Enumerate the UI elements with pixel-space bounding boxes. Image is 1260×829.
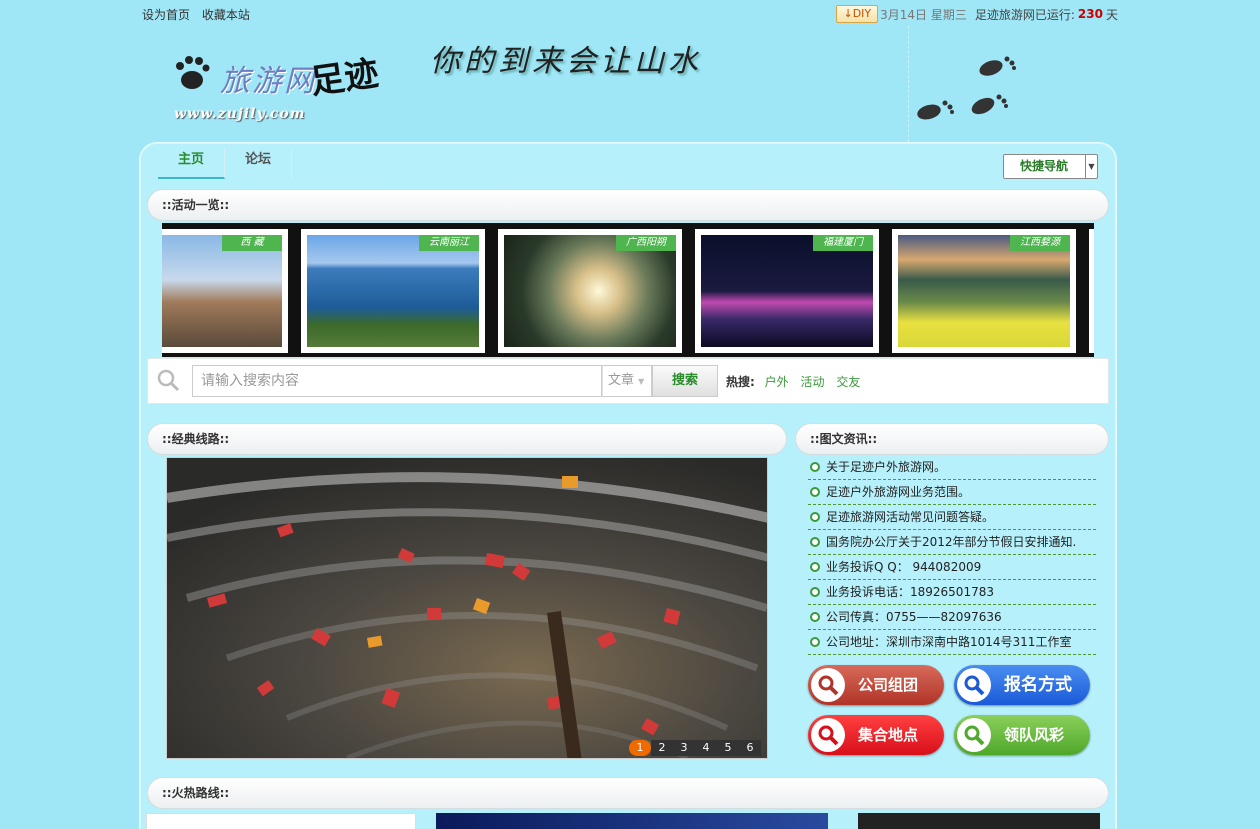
photo-image: 广西阳朔 [504,235,676,347]
hot-keyword[interactable]: 活动 [800,375,824,389]
slide-page-6[interactable]: 6 [739,740,761,756]
search-icon [811,668,845,702]
set-home-link[interactable]: 设为首页 [142,8,190,22]
main-panel: 主页 论坛 快捷导航 ▼ ::活动一览:: 西 藏 云南丽江 广西阳朔 福建厦门 [139,142,1117,829]
photo-tag: 广西阳朔 [616,235,676,251]
bullet-icon [810,487,820,497]
hot-route-list [146,813,416,829]
activity-photo-yangshuo[interactable]: 广西阳朔 [498,229,682,353]
logo-url: www.zujily.com [174,106,306,122]
quick-nav-dropdown[interactable]: 快捷导航 ▼ [1003,154,1098,179]
tab-home[interactable]: 主页 [158,149,226,179]
main-nav: 主页 论坛 [158,149,293,179]
photo-tag: 江西婺源 [1010,235,1070,251]
activities-title: ::活动一览:: [147,189,1109,221]
search-type-select[interactable]: 文章 ▼ [602,365,652,397]
hot-search: 热搜: 户外 活动 交友 [726,373,868,390]
photo-tag: 云南丽江 [419,235,479,251]
search-icon [157,369,180,392]
bookmark-link[interactable]: 收藏本站 [202,8,250,22]
hot-route-image[interactable] [436,813,828,829]
chevron-down-icon: ▼ [1085,155,1097,178]
photo-tag: 福建厦门 [813,235,873,251]
running-days: 230 [1077,7,1103,21]
footprints-decoration [908,26,1048,142]
running-label: 足迹旅游网已运行: [974,7,1075,22]
search-input[interactable]: 请输入搜索内容 [192,365,602,397]
slideshow-pagination: 1 2 3 4 5 6 [629,740,761,756]
photo-image: 云南丽江 [307,235,479,347]
header-slogan: 你的到来会让山水 [430,44,702,79]
search-bar: 请输入搜索内容 文章 ▼ 搜索 热搜: 户外 活动 交友 [147,358,1109,404]
news-list: 关于足迹户外旅游网。 足迹户外旅游网业务范围。 足迹旅游网活动常见问题答疑。 国… [808,455,1096,655]
tab-forum[interactable]: 论坛 [225,149,293,179]
bullet-icon [810,612,820,622]
slideshow-image [167,458,767,758]
activity-photo-tibet[interactable]: 西 藏 [162,229,288,353]
classic-routes-title: ::经典线路:: [147,423,787,455]
search-icon [957,668,991,702]
hot-keyword[interactable]: 户外 [765,375,789,389]
slide-page-4[interactable]: 4 [695,740,717,756]
logo-name: 旅游网 [220,64,316,99]
bullet-icon [810,462,820,472]
search-button[interactable]: 搜索 [652,365,718,397]
bullet-icon [810,637,820,647]
slide-page-2[interactable]: 2 [651,740,673,756]
news-item[interactable]: 国务院办公厅关于2012年部分节假日安排通知. [808,530,1096,555]
activity-photo-wuyuan[interactable]: 江西婺源 [892,229,1076,353]
bullet-icon [810,512,820,522]
signup-method-button[interactable]: 报名方式 [954,665,1090,705]
search-icon [811,718,845,752]
hot-route-image[interactable] [858,813,1100,829]
news-item[interactable]: 业务投诉Q Q： 944082009 [808,555,1096,580]
activity-photo-next[interactable] [1089,229,1094,353]
site-header: 旅游网 足迹 www.zujily.com 你的到来会让山水 [142,26,1118,142]
top-links: 设为首页 收藏本站 [142,6,258,23]
leader-style-button[interactable]: 领队风彩 [954,715,1090,755]
footprint-icon [977,54,1017,84]
news-item[interactable]: 足迹户外旅游网业务范围。 [808,480,1096,505]
logo-name-footprint: 足迹 [308,53,381,103]
bullet-icon [810,537,820,547]
diy-button[interactable]: ↓DIY [836,5,879,23]
top-bar: 设为首页 收藏本站 ↓DIY 3月14日 星期三 足迹旅游网已运行: 230 天 [0,0,1260,26]
download-arrow-icon: ↓ [843,7,853,20]
news-item[interactable]: 足迹旅游网活动常见问题答疑。 [808,505,1096,530]
site-logo[interactable]: 旅游网 足迹 www.zujily.com [170,42,381,132]
photo-tag: 西 藏 [222,235,282,251]
slide-page-1[interactable]: 1 [629,740,651,756]
bullet-icon [810,562,820,572]
activity-photo-xiamen[interactable]: 福建厦门 [695,229,879,353]
search-icon [957,718,991,752]
company-group-button[interactable]: 公司组团 [808,665,944,705]
hot-routes-title: ::火热路线:: [147,777,1109,809]
news-item[interactable]: 业务投诉电话：18926501783 [808,580,1096,605]
footprint-icon [969,92,1009,122]
activity-photo-lijiang[interactable]: 云南丽江 [301,229,485,353]
days-unit: 天 [1105,7,1118,22]
news-item[interactable]: 公司传真：0755——82097636 [808,605,1096,630]
classic-route-slideshow[interactable]: 1 2 3 4 5 6 [166,457,768,759]
current-date: 3月14日 星期三 [880,7,967,22]
chevron-down-icon: ▼ [638,377,645,386]
news-item[interactable]: 公司地址：深圳市深南中路1014号311工作室 [808,630,1096,655]
bullet-icon [810,587,820,597]
photo-image: 西 藏 [162,235,282,347]
meeting-point-button[interactable]: 集合地点 [808,715,944,755]
photo-image: 江西婺源 [898,235,1070,347]
activity-carousel: 西 藏 云南丽江 广西阳朔 福建厦门 江西婺源 [162,223,1094,357]
hot-search-label: 热搜: [726,375,755,389]
hot-keyword[interactable]: 交友 [836,375,860,389]
paw-icon [170,52,212,104]
slide-page-3[interactable]: 3 [673,740,695,756]
photo-image: 福建厦门 [701,235,873,347]
footprint-icon [915,98,955,128]
site-status: ↓DIY 3月14日 星期三 足迹旅游网已运行: 230 天 [836,5,1118,23]
slide-page-5[interactable]: 5 [717,740,739,756]
news-item[interactable]: 关于足迹户外旅游网。 [808,455,1096,480]
hot-routes-content [146,813,1110,829]
news-title: ::图文资讯:: [795,423,1109,455]
